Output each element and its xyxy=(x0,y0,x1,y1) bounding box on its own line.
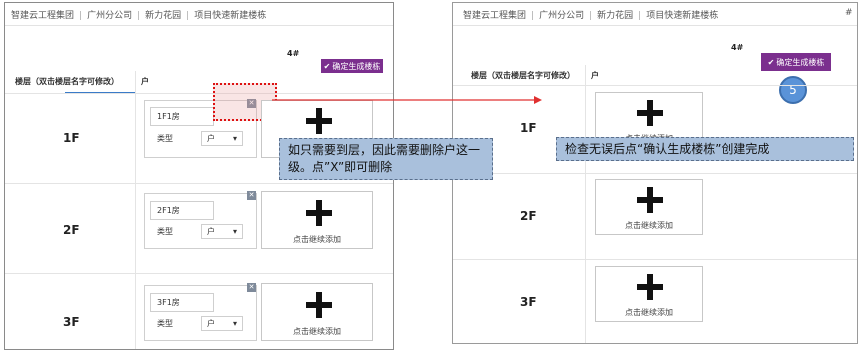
step-badge: 5 xyxy=(779,76,807,104)
plus-icon xyxy=(306,292,332,318)
callout-text: 检查无误后点“确认生成楼栋”创建完成 xyxy=(565,142,770,156)
unit-name-input[interactable]: 1F1房 xyxy=(150,107,214,126)
row-divider xyxy=(5,273,393,274)
corner-mark: # xyxy=(845,8,853,18)
row-divider xyxy=(453,173,857,174)
floor-label-1f[interactable]: 1F xyxy=(520,121,537,135)
breadcrumb-item: 项目快速新建楼栋 xyxy=(646,11,719,21)
close-icon[interactable]: ✕ xyxy=(247,191,256,200)
confirm-button-label: 确定生成楼栋 xyxy=(776,57,825,67)
chevron-down-icon: ▾ xyxy=(232,319,237,328)
floor-label-3f[interactable]: 3F xyxy=(520,295,537,309)
confirm-button-label: 确定生成楼栋 xyxy=(332,61,381,71)
breadcrumb-item[interactable]: 广州分公司 xyxy=(539,11,584,21)
plus-icon xyxy=(637,274,663,300)
divider xyxy=(5,25,393,26)
right-panel: 智建云工程集团 | 广州分公司 | 新力花园 | 项目快速新建楼栋 # 4# ✔ 确定生成楼栋… xyxy=(452,2,858,344)
confirm-generate-button[interactable]: ✔ 确定生成楼栋 xyxy=(761,53,831,71)
check-icon: ✔ xyxy=(323,61,331,71)
header-floor: 楼层（双击楼层名字可修改） xyxy=(471,71,575,80)
connector-arrow xyxy=(272,96,542,104)
header-floor: 楼层（双击楼层名字可修改） xyxy=(15,77,119,86)
header-unit: 户 xyxy=(591,71,599,80)
add-unit-card[interactable]: 点击继续添加 xyxy=(261,283,373,341)
type-select-value: 户 xyxy=(207,319,215,328)
unit-card: 3F1房 类型 户 ▾ xyxy=(144,285,257,341)
breadcrumb-item[interactable]: 智建云工程集团 xyxy=(11,11,74,21)
type-label: 类型 xyxy=(157,134,173,143)
type-select[interactable]: 户 ▾ xyxy=(201,224,243,239)
delete-hint-callout: 如只需要到层，因此需要删除户这一级。点”X”即可删除 xyxy=(279,138,493,180)
type-select-value: 户 xyxy=(207,134,215,143)
building-number: 4# xyxy=(287,49,300,58)
close-icon[interactable]: ✕ xyxy=(247,283,256,292)
add-text: 点击继续添加 xyxy=(625,221,673,230)
add-unit-card[interactable]: 点击继续添加 xyxy=(595,266,703,322)
plus-icon xyxy=(637,187,663,213)
building-number: 4# xyxy=(731,43,744,52)
add-unit-card[interactable]: 点击继续添加 xyxy=(261,191,373,249)
divider xyxy=(453,25,857,26)
check-icon: ✔ xyxy=(767,57,775,67)
breadcrumb-item[interactable]: 新力花园 xyxy=(597,11,633,21)
callout-text: 如只需要到层，因此需要删除户这一级。点”X”即可删除 xyxy=(288,143,481,174)
floor-label-3f[interactable]: 3F xyxy=(63,315,80,329)
chevron-down-icon: ▾ xyxy=(232,134,237,143)
breadcrumb-item[interactable]: 智建云工程集团 xyxy=(463,11,526,21)
row-divider xyxy=(453,85,857,86)
breadcrumb-item[interactable]: 广州分公司 xyxy=(87,11,132,21)
type-select-value: 户 xyxy=(207,227,215,236)
add-unit-card[interactable]: 点击继续添加 xyxy=(595,179,703,235)
column-divider xyxy=(585,65,586,343)
chevron-down-icon: ▾ xyxy=(232,227,237,236)
plus-icon xyxy=(637,100,663,126)
header-unit: 户 xyxy=(141,77,149,86)
confirm-generate-button[interactable]: ✔ 确定生成楼栋 xyxy=(321,59,383,73)
add-text: 点击继续添加 xyxy=(293,235,341,244)
add-text: 点击继续添加 xyxy=(293,327,341,336)
type-select[interactable]: 户 ▾ xyxy=(201,316,243,331)
unit-name-input[interactable]: 3F1房 xyxy=(150,293,214,312)
plus-icon xyxy=(306,200,332,226)
add-text: 点击继续添加 xyxy=(625,308,673,317)
row-divider xyxy=(5,183,393,184)
breadcrumb: 智建云工程集团 | 广州分公司 | 新力花园 | 项目快速新建楼栋 xyxy=(463,11,719,21)
row-divider xyxy=(453,259,857,260)
floor-label-1f[interactable]: 1F xyxy=(63,131,80,145)
column-divider xyxy=(135,71,136,349)
floor-label-2f[interactable]: 2F xyxy=(63,223,80,237)
breadcrumb: 智建云工程集团 | 广州分公司 | 新力花园 | 项目快速新建楼栋 xyxy=(11,11,267,21)
breadcrumb-item[interactable]: 新力花园 xyxy=(145,11,181,21)
unit-name-input[interactable]: 2F1房 xyxy=(150,201,214,220)
floor-label-2f[interactable]: 2F xyxy=(520,209,537,223)
type-select[interactable]: 户 ▾ xyxy=(201,131,243,146)
breadcrumb-item: 项目快速新建楼栋 xyxy=(194,11,267,21)
confirm-hint-callout: 检查无误后点“确认生成楼栋”创建完成 xyxy=(556,137,854,161)
unit-card: 2F1房 类型 户 ▾ xyxy=(144,193,257,249)
type-label: 类型 xyxy=(157,227,173,236)
plus-icon xyxy=(306,108,332,134)
type-label: 类型 xyxy=(157,319,173,328)
